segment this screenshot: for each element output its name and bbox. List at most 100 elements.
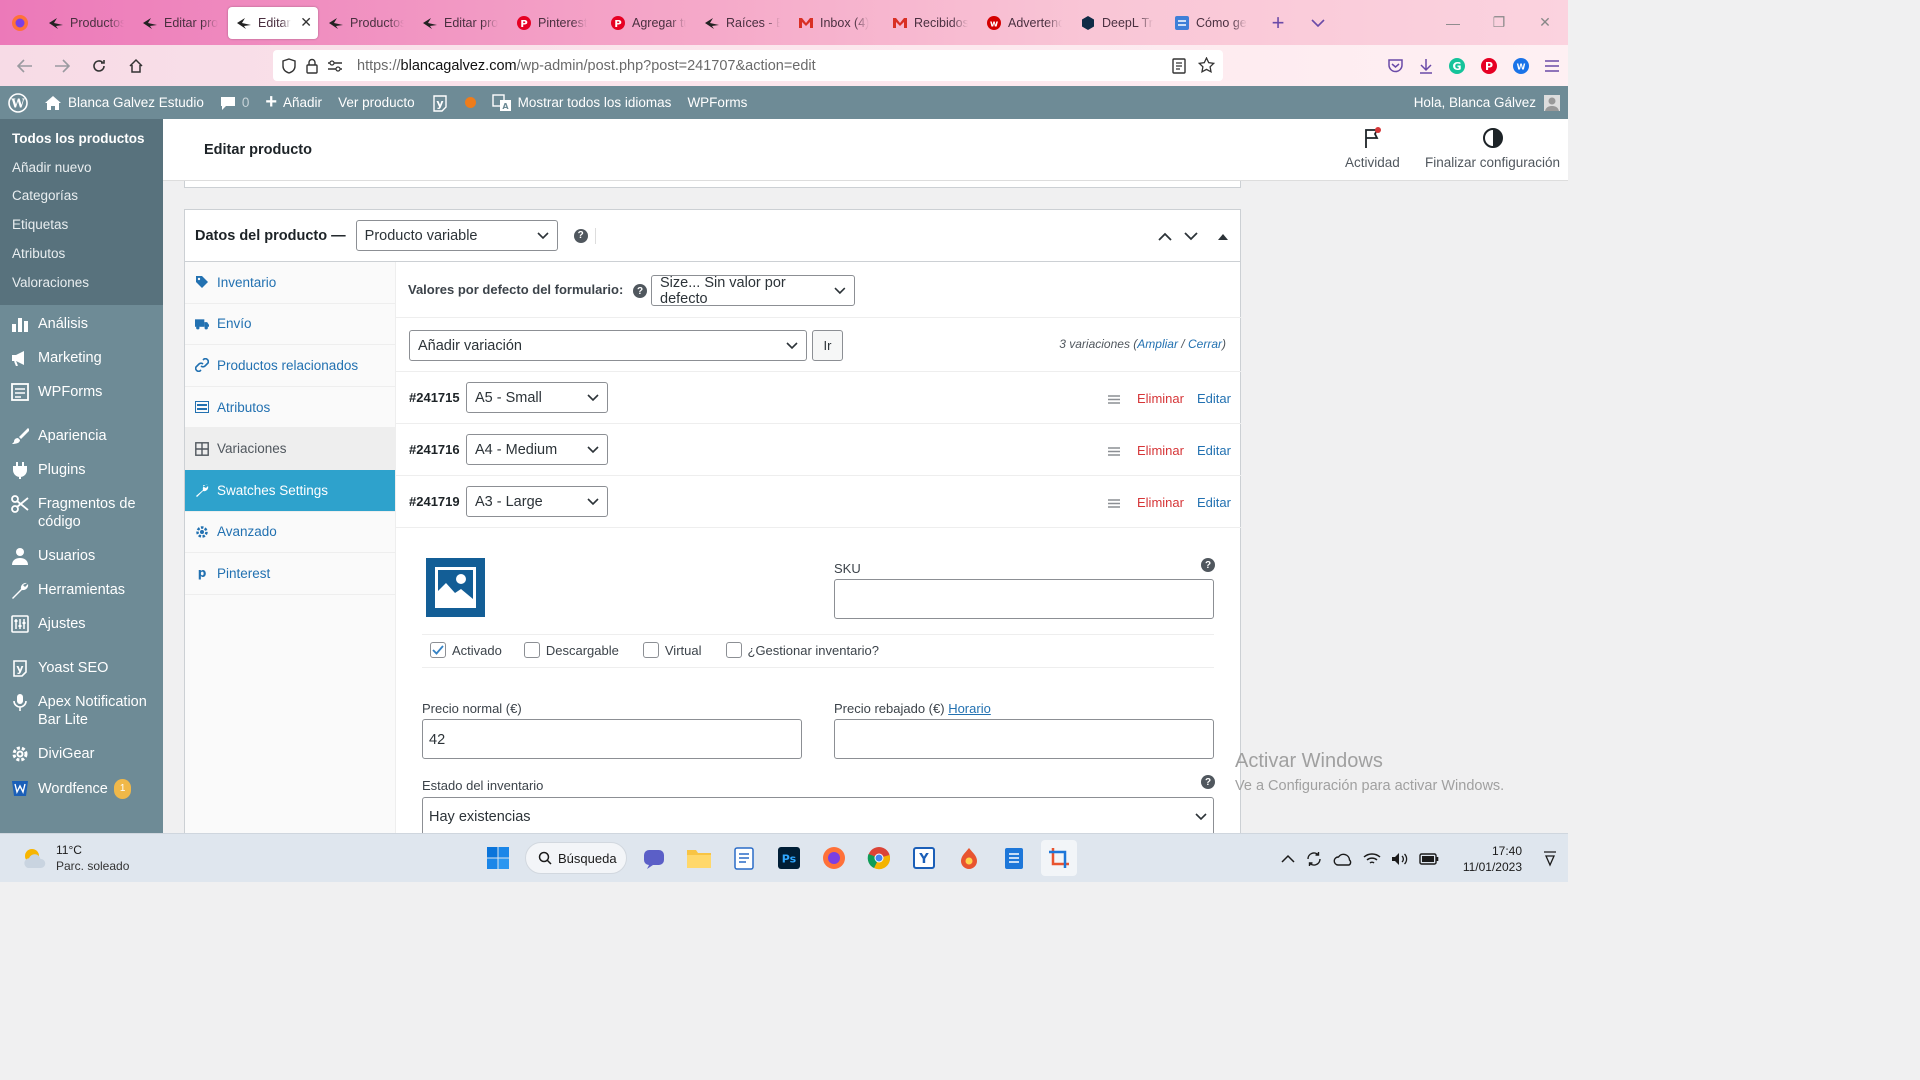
edit-variation-link[interactable]: Editar <box>1197 495 1231 510</box>
default-size-select[interactable]: Size... Sin valor por defecto <box>651 275 855 307</box>
sidebar-item-apariencia[interactable]: Apariencia <box>0 419 163 453</box>
reader-view-icon[interactable] <box>1172 57 1186 74</box>
close-link[interactable]: Cerrar <box>1188 337 1222 351</box>
tab-atributos[interactable]: Atributos <box>185 387 395 429</box>
sidebar-item-marketing[interactable]: Marketing <box>0 341 163 375</box>
languages-link[interactable]: A Mostrar todos los idiomas <box>484 86 680 119</box>
sidebar-item-ajustes[interactable]: Ajustes <box>0 607 163 641</box>
browser-tab-10[interactable]: Recibidos <box>884 7 976 39</box>
browser-tab-1[interactable]: Productos <box>40 7 132 39</box>
grammarly-icon[interactable]: G <box>1448 57 1466 75</box>
variation-row[interactable]: #241719 A3 - Large Eliminar Editar <box>396 476 1241 528</box>
sku-input[interactable] <box>834 579 1214 619</box>
sidebar-item-divigear[interactable]: DiviGear <box>0 737 163 771</box>
home-icon[interactable] <box>117 50 154 82</box>
firefox-taskbar-icon[interactable] <box>816 840 852 876</box>
manage-stock-checkbox[interactable] <box>725 642 742 658</box>
lock-icon[interactable] <box>305 58 319 74</box>
yoast-app-icon[interactable]: Y <box>906 840 942 876</box>
sync-icon[interactable] <box>1305 850 1323 868</box>
tab-list-icon[interactable] <box>1298 0 1338 45</box>
delete-variation-link[interactable]: Eliminar <box>1137 495 1184 510</box>
forward-icon[interactable] <box>43 50 80 82</box>
go-button[interactable]: Ir <box>812 330 843 361</box>
sidebar-item-apex-notification-bar-lite[interactable]: Apex Notification Bar Lite <box>0 685 163 737</box>
photo-app-icon[interactable] <box>951 840 987 876</box>
submenu-valoraciones[interactable]: Valoraciones <box>0 269 163 298</box>
sidebar-item-analisis[interactable]: Análisis <box>0 307 163 341</box>
drag-handle-icon[interactable] <box>1108 447 1120 456</box>
restore-icon[interactable]: ❐ <box>1476 0 1522 45</box>
onedrive-icon[interactable] <box>1333 852 1353 866</box>
help-icon[interactable]: ? <box>633 284 647 298</box>
variation-size-select[interactable]: A5 - Small <box>466 382 608 413</box>
tab-avanzado[interactable]: Avanzado <box>185 512 395 554</box>
expand-link[interactable]: Ampliar <box>1137 337 1178 351</box>
variation-size-select[interactable]: A3 - Large <box>466 486 608 517</box>
file-explorer-icon[interactable] <box>681 840 717 876</box>
wordtune-icon[interactable]: W <box>1512 57 1530 75</box>
enabled-checkbox[interactable] <box>430 642 446 658</box>
tray-chevron-up-icon[interactable] <box>1281 854 1295 863</box>
variation-size-select[interactable]: A4 - Medium <box>466 434 608 465</box>
back-icon[interactable] <box>6 50 43 82</box>
add-new-link[interactable]: + Añadir <box>257 86 330 119</box>
tab-inventario[interactable]: Inventario <box>185 262 395 304</box>
sale-price-input[interactable] <box>834 719 1214 759</box>
taskbar-search[interactable]: Búsqueda <box>525 842 627 874</box>
windows-start-icon[interactable] <box>480 840 516 876</box>
downloadable-checkbox[interactable] <box>523 642 540 658</box>
move-up-icon[interactable] <box>1158 232 1172 241</box>
sidebar-item-plugins[interactable]: Plugins <box>0 453 163 487</box>
browser-tab-4[interactable]: Productos <box>320 7 412 39</box>
tab-pinterest[interactable]: p Pinterest <box>185 553 395 595</box>
delete-variation-link[interactable]: Eliminar <box>1137 443 1184 458</box>
tab-envio[interactable]: Envío <box>185 304 395 346</box>
sidebar-item-usuarios[interactable]: Usuarios <box>0 539 163 573</box>
collapse-toggle-icon[interactable] <box>1218 233 1228 240</box>
move-down-icon[interactable] <box>1184 231 1198 241</box>
new-tab-icon[interactable]: + <box>1258 0 1298 45</box>
submenu-etiquetas[interactable]: Etiquetas <box>0 211 163 240</box>
chrome-icon[interactable] <box>861 840 897 876</box>
browser-tab-13[interactable]: Cómo ge <box>1166 7 1258 39</box>
battery-icon[interactable] <box>1419 852 1439 865</box>
submenu-anadir-nuevo[interactable]: Añadir nuevo <box>0 154 163 183</box>
downloads-icon[interactable] <box>1418 58 1434 74</box>
browser-tab-8[interactable]: Raíces - B <box>696 7 788 39</box>
comments-link[interactable]: 0 <box>212 86 258 119</box>
finish-setup-button[interactable]: Finalizar configuración <box>1425 127 1560 170</box>
site-name-link[interactable]: Blanca Galvez Estudio <box>36 86 212 119</box>
sidebar-item-wpforms[interactable]: WPForms <box>0 375 163 409</box>
notes-app-icon[interactable] <box>996 840 1032 876</box>
minimize-icon[interactable]: — <box>1430 0 1476 45</box>
volume-icon[interactable] <box>1391 852 1409 866</box>
submenu-atributos[interactable]: Atributos <box>0 240 163 269</box>
reload-icon[interactable] <box>80 50 117 82</box>
browser-tab-3[interactable]: Editar ✕ <box>228 6 318 39</box>
drag-handle-icon[interactable] <box>1108 499 1120 508</box>
help-icon[interactable]: ? <box>573 228 588 243</box>
virtual-checkbox[interactable] <box>642 642 659 658</box>
variation-row[interactable]: #241716 A4 - Medium Eliminar Editar <box>396 424 1241 476</box>
tab-swatches-settings[interactable]: Swatches Settings <box>185 469 395 512</box>
help-icon[interactable]: ? <box>1201 558 1215 572</box>
clock[interactable]: 17:40 11/01/2023 <box>1463 843 1522 875</box>
notepad-icon[interactable] <box>726 840 762 876</box>
browser-tab-9[interactable]: Inbox (4) <box>790 7 882 39</box>
sidebar-item-wordfence[interactable]: Wordfence 1 <box>0 771 163 807</box>
close-window-icon[interactable]: ✕ <box>1522 0 1568 45</box>
browser-tab-7[interactable]: P Agregar tu <box>602 7 694 39</box>
sidebar-item-yoast-seo[interactable]: y Yoast SEO <box>0 651 163 685</box>
account-menu[interactable]: Hola, Blanca Gálvez <box>1414 86 1560 119</box>
schedule-link[interactable]: Horario <box>948 701 991 716</box>
regular-price-input[interactable]: 42 <box>422 719 802 759</box>
sidebar-item-herramientas[interactable]: Herramientas <box>0 573 163 607</box>
browser-tab-2[interactable]: Editar producto <box>134 7 226 39</box>
stock-status-select[interactable]: Hay existencias <box>422 797 1214 837</box>
edit-variation-link[interactable]: Editar <box>1197 391 1231 406</box>
url-text[interactable]: https://blancagalvez.com/wp-admin/post.p… <box>357 58 816 74</box>
tab-productos-relacionados[interactable]: Productos relacionados <box>185 345 395 387</box>
close-tab-icon[interactable]: ✕ <box>300 14 312 31</box>
menu-icon[interactable] <box>1544 59 1560 73</box>
